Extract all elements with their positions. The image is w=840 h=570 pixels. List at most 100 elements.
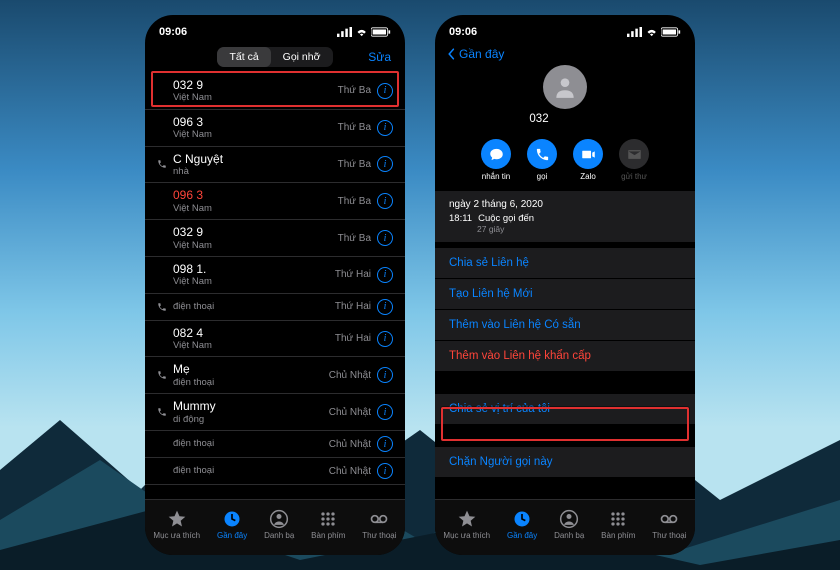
row-time: Chủ Nhật <box>329 466 371 477</box>
table-row[interactable]: Mummydi độngChủ Nhật i <box>145 394 405 431</box>
tab-recents[interactable]: Gần đây <box>507 509 537 540</box>
row-time: Thứ Ba <box>338 122 371 133</box>
block-caller-button[interactable]: Chặn Người gọi này <box>435 447 695 478</box>
table-row[interactable]: 032 9Việt NamThứ Bai <box>145 73 405 110</box>
chevron-left-icon <box>445 48 457 60</box>
wallpaper-mountains <box>0 350 840 570</box>
phone-recents: 09:06 Tất cả Gọi nhỡ Sửa 032 9Việt NamTh… <box>145 15 405 555</box>
edit-button[interactable]: Sửa <box>368 50 391 64</box>
video-button[interactable]: Zalo <box>573 139 603 181</box>
wifi-icon <box>645 27 658 37</box>
incoming-icon <box>155 407 169 417</box>
table-row[interactable]: C NguyệtnhàThứ Ba i <box>145 147 405 184</box>
row-time: Thứ Hai <box>335 301 371 312</box>
tab-voicemail[interactable]: Thư thoại <box>652 509 686 540</box>
message-button[interactable]: nhắn tin <box>481 139 511 181</box>
create-contact-button[interactable]: Tạo Liên hệ Mới <box>435 279 695 310</box>
row-title: 098 1. <box>173 262 335 276</box>
info-button[interactable]: i <box>377 463 393 479</box>
segment-all[interactable]: Tất cả <box>217 47 270 67</box>
table-row[interactable]: 096 3Việt NamThứ Bai <box>145 183 405 220</box>
tab-bar: Mục ưa thích Gần đây Danh bạ Bàn phím Thư th… <box>145 499 405 555</box>
row-sub: điện thoại <box>173 301 335 312</box>
table-row[interactable]: điện thoạiChủ Nhậti <box>145 431 405 458</box>
battery-icon <box>371 27 391 37</box>
back-label: Gần đây <box>459 47 504 61</box>
table-row[interactable]: điện thoạiThứ Hai i <box>145 294 405 321</box>
info-button[interactable]: i <box>377 156 393 172</box>
contact-number: 032 <box>529 113 600 125</box>
notch <box>510 15 620 33</box>
info-button[interactable]: i <box>377 436 393 452</box>
info-button[interactable]: i <box>377 83 393 99</box>
person-icon <box>552 74 578 100</box>
battery-icon <box>661 27 681 37</box>
back-button[interactable]: Gần đây <box>435 43 695 65</box>
row-sub: điện thoại <box>173 465 329 476</box>
avatar <box>543 65 587 109</box>
add-emergency-button[interactable]: Thêm vào Liên hệ khẩn cấp <box>435 341 695 372</box>
info-button[interactable]: i <box>377 120 393 136</box>
call-history: ngày 2 tháng 6, 2020 18:11 Cuộc gọi đến … <box>435 191 695 242</box>
table-row[interactable]: 032 9Việt NamThứ Ba i <box>145 220 405 257</box>
row-title: Mummy <box>173 399 329 413</box>
row-sub: Việt Nam <box>173 240 338 251</box>
row-time: Chủ Nhật <box>329 370 371 381</box>
info-button[interactable]: i <box>377 299 393 315</box>
incoming-icon <box>155 370 169 380</box>
tab-bar: Mục ưa thích Gần đây Danh bạ Bàn phím Thư th… <box>435 499 695 555</box>
row-time: Thứ Ba <box>338 196 371 207</box>
phone-icon <box>535 147 550 162</box>
share-location-button[interactable]: Chia sẻ vị trí của tôi <box>435 394 695 425</box>
call-button[interactable]: gọi <box>527 139 557 181</box>
tab-favorites[interactable]: Mục ưa thích <box>153 509 200 540</box>
row-sub: Việt Nam <box>173 276 335 287</box>
segment-missed[interactable]: Gọi nhỡ <box>271 47 333 67</box>
quick-actions: nhắn tin gọi Zalo gửi thư <box>435 131 695 191</box>
row-title: C Nguyệt <box>173 152 338 166</box>
info-button[interactable]: i <box>377 331 393 347</box>
row-time: Thứ Ba <box>338 159 371 170</box>
tab-contacts[interactable]: Danh bạ <box>264 509 294 540</box>
row-time: Thứ Ba <box>338 233 371 244</box>
row-time: Chủ Nhật <box>329 407 371 418</box>
mail-button: gửi thư <box>619 139 649 181</box>
status-time: 09:06 <box>159 26 187 38</box>
tab-keypad[interactable]: Bàn phím <box>601 509 635 540</box>
add-existing-button[interactable]: Thêm vào Liên hệ Có sẵn <box>435 310 695 341</box>
status-time: 09:06 <box>449 26 477 38</box>
row-title: 096 3 <box>173 115 338 129</box>
share-contact-button[interactable]: Chia sẻ Liên hệ <box>435 248 695 279</box>
signal-icon <box>337 27 352 37</box>
table-row[interactable]: 098 1.Việt NamThứ Haii <box>145 257 405 294</box>
incoming-icon <box>155 159 169 169</box>
tab-keypad[interactable]: Bàn phím <box>311 509 345 540</box>
table-row[interactable]: 082 4Việt NamThứ Haii <box>145 321 405 358</box>
incoming-icon <box>155 302 169 312</box>
table-row[interactable]: 096 3Việt NamThứ Bai <box>145 110 405 147</box>
segmented-control[interactable]: Tất cả Gọi nhỡ <box>217 47 332 67</box>
phone-contact-detail: 09:06 Gần đây 032 nhắn tin gọi Zalo <box>435 15 695 555</box>
row-title: 032 9 <box>173 78 338 92</box>
table-row[interactable]: Mẹđiện thoạiChủ Nhậti <box>145 357 405 394</box>
info-button[interactable]: i <box>377 230 393 246</box>
row-title: 032 9 <box>173 225 338 239</box>
tab-favorites[interactable]: Mục ưa thích <box>443 509 490 540</box>
tab-contacts[interactable]: Danh bạ <box>554 509 584 540</box>
row-sub: nhà <box>173 166 338 177</box>
row-sub: điện thoại <box>173 377 329 388</box>
info-button[interactable]: i <box>377 404 393 420</box>
signal-icon <box>627 27 642 37</box>
row-title: 096 3 <box>173 188 338 202</box>
table-row[interactable]: điện thoạiChủ Nhật i <box>145 458 405 485</box>
row-sub: di động <box>173 414 329 425</box>
info-button[interactable]: i <box>377 193 393 209</box>
info-button[interactable]: i <box>377 367 393 383</box>
row-time: Chủ Nhật <box>329 439 371 450</box>
recents-list[interactable]: 032 9Việt NamThứ Bai096 3Việt NamThứ Bai… <box>145 73 405 499</box>
call-date: ngày 2 tháng 6, 2020 <box>449 199 681 210</box>
tab-voicemail[interactable]: Thư thoại <box>362 509 396 540</box>
info-button[interactable]: i <box>377 267 393 283</box>
message-icon <box>489 147 504 162</box>
tab-recents[interactable]: Gần đây <box>217 509 247 540</box>
